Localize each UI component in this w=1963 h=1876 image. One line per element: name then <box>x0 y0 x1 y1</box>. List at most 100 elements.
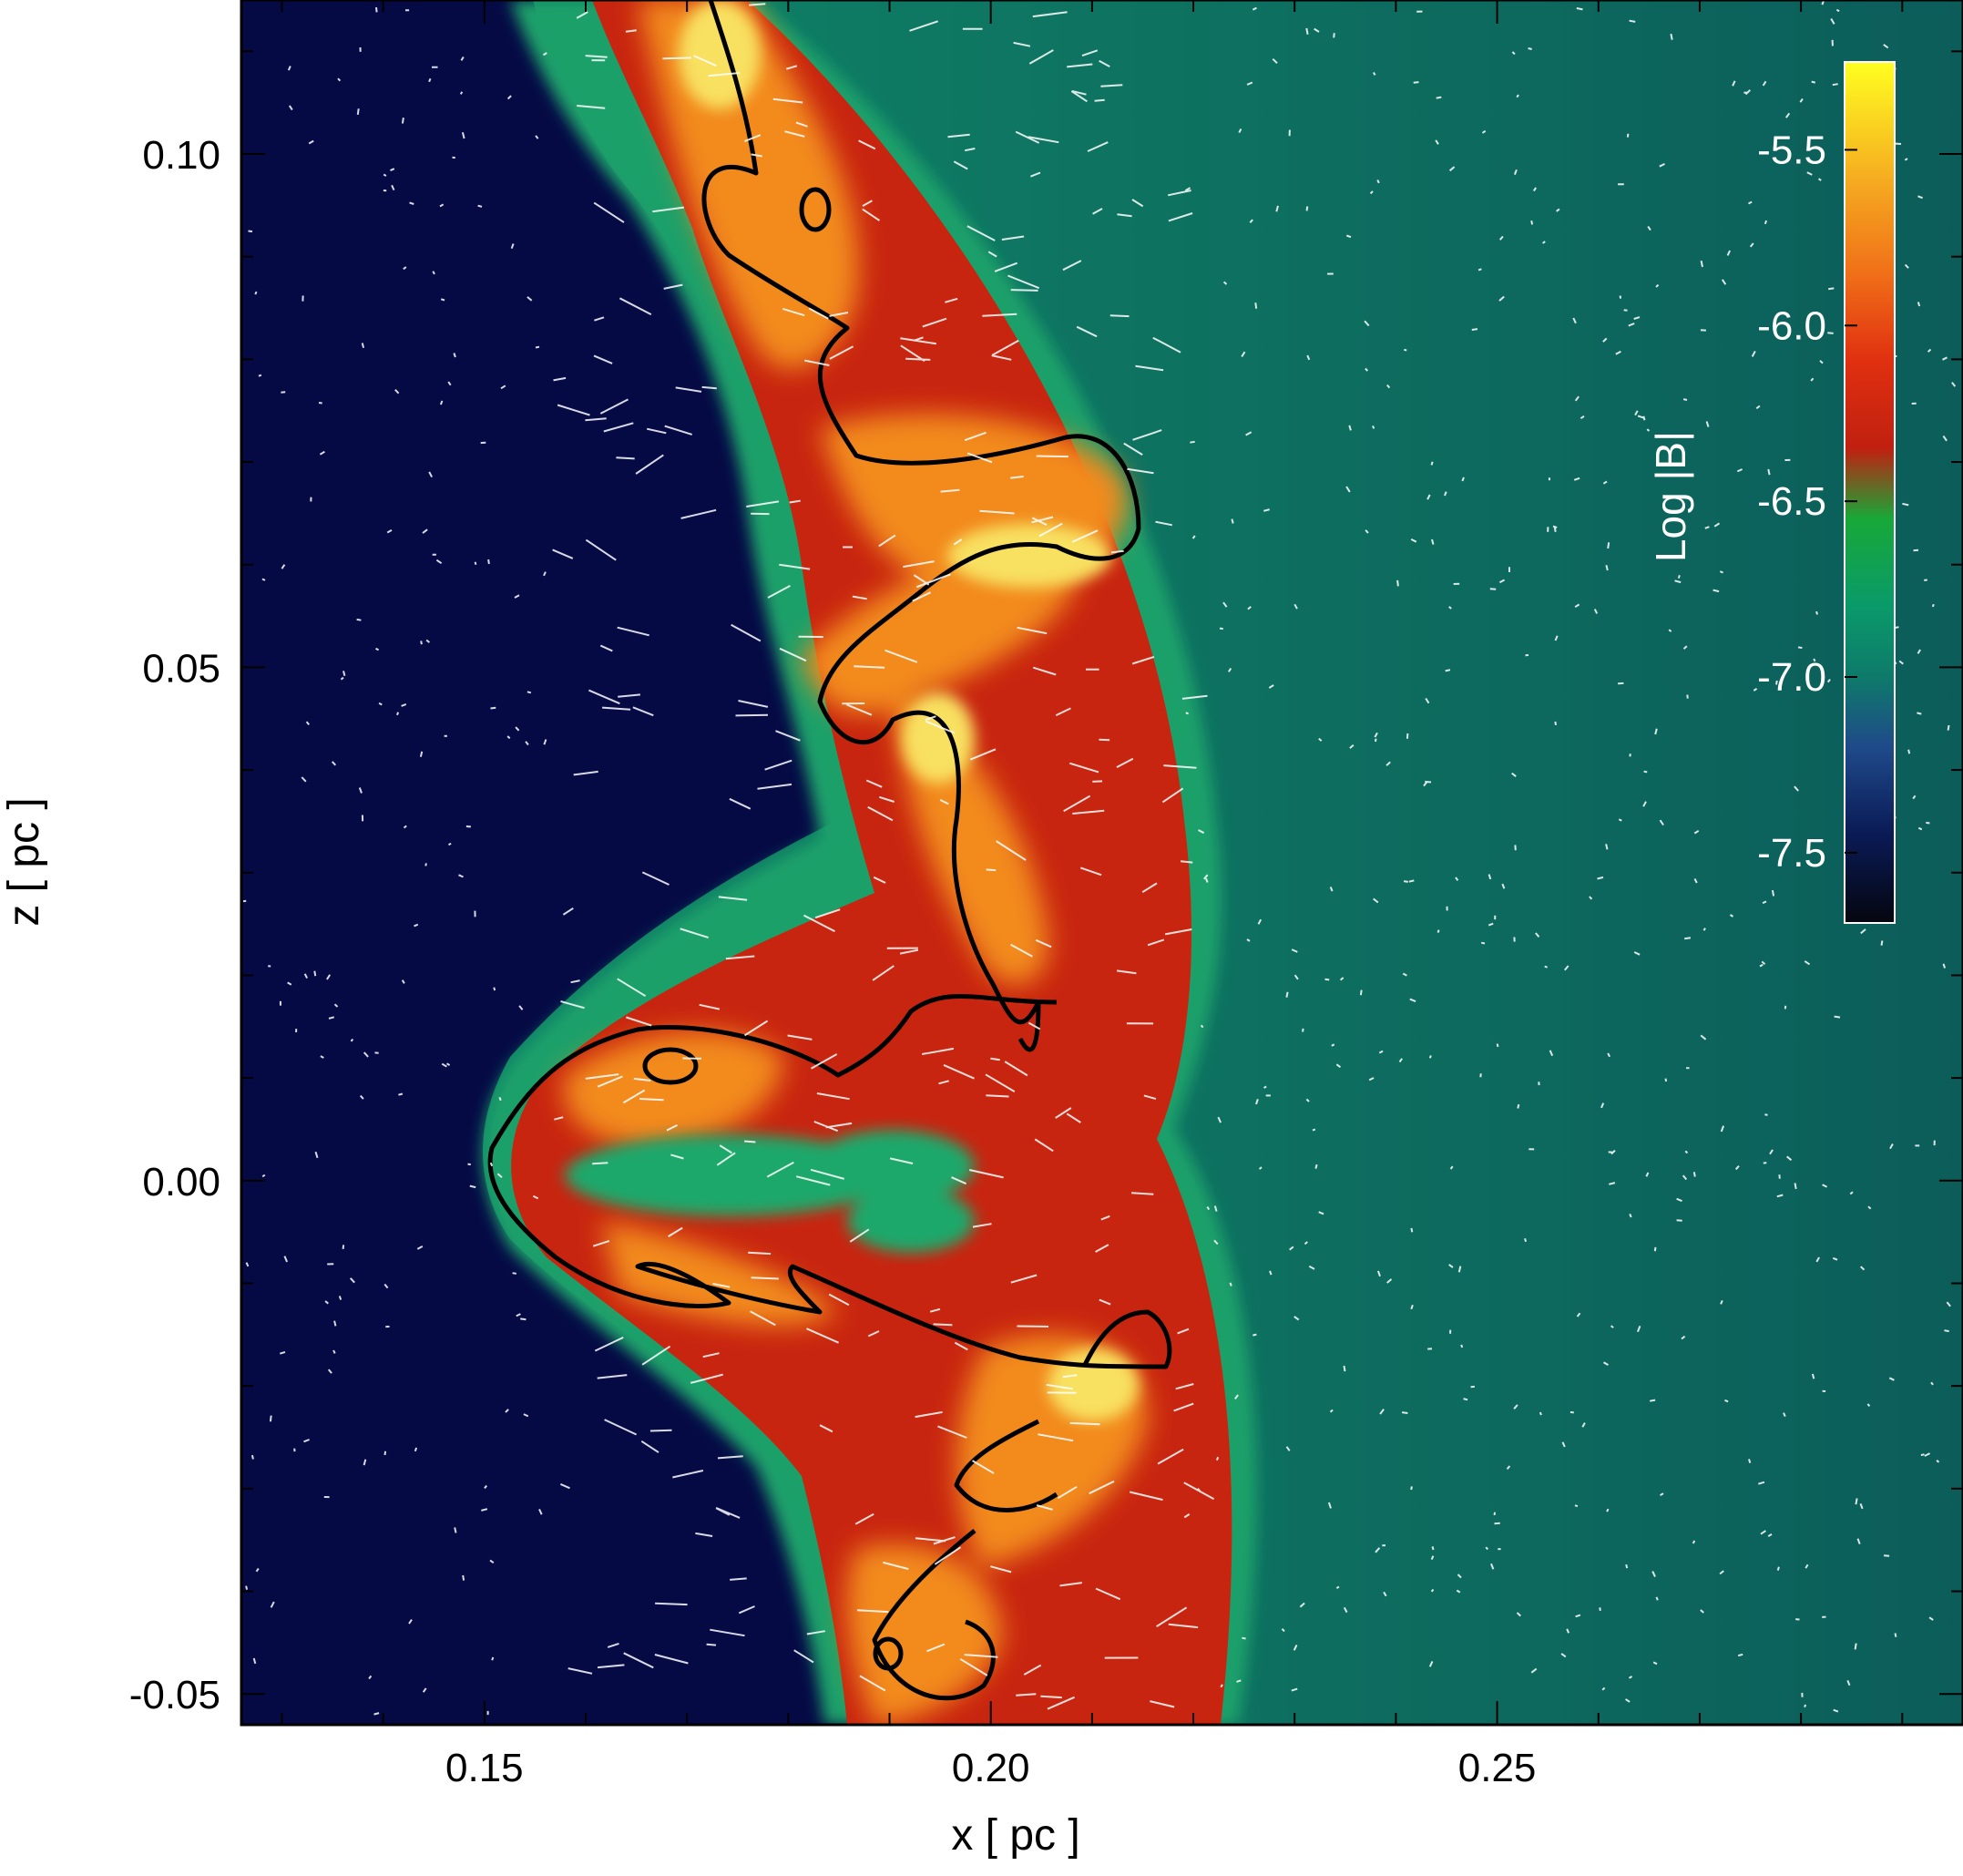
field-vector <box>1815 610 1819 615</box>
x-tick-label: 0.20 <box>952 1746 1030 1790</box>
field-vector <box>905 357 931 361</box>
field-vector <box>1285 991 1289 998</box>
field-vector <box>1719 570 1723 574</box>
field-vector <box>1242 1636 1246 1640</box>
field-vector <box>1539 1411 1542 1416</box>
field-vector <box>1524 1238 1527 1243</box>
x-tick-label: 0.25 <box>1458 1746 1537 1790</box>
field-vector <box>1606 1508 1610 1512</box>
field-vector <box>1094 98 1105 102</box>
field-vector <box>662 56 691 60</box>
field-vector <box>1404 348 1407 352</box>
field-vector <box>749 3 766 6</box>
field-vector <box>1436 96 1442 99</box>
field-vector <box>1884 1554 1890 1557</box>
field-vector <box>1748 1459 1752 1463</box>
field-vector <box>375 647 380 651</box>
field-vector <box>1646 428 1651 432</box>
field-vector <box>333 1320 337 1327</box>
field-vector <box>1947 724 1950 731</box>
field-vector <box>744 1140 756 1143</box>
field-vector <box>459 91 464 95</box>
colorbar-tick-label: -6.5 <box>1757 479 1826 524</box>
field-vector <box>701 385 717 390</box>
y-axis-title: z [ pc ] <box>0 797 48 926</box>
field-vector <box>1471 328 1478 331</box>
field-vector <box>1944 1329 1949 1333</box>
field-vector <box>1917 302 1921 307</box>
field-vector <box>1784 1005 1787 1010</box>
field-vector <box>1794 1183 1797 1190</box>
field-vector <box>1618 818 1622 822</box>
field-vector <box>1181 860 1193 864</box>
field-vector <box>1931 603 1935 608</box>
field-vector <box>1431 1546 1435 1551</box>
field-vector <box>1480 941 1486 945</box>
field-vector <box>1375 738 1377 743</box>
field-vector <box>453 353 456 358</box>
field-vector <box>1410 1227 1414 1233</box>
field-vector <box>1835 8 1840 13</box>
field-vector <box>1036 455 1068 458</box>
field-vector <box>1376 179 1380 184</box>
field-vector <box>1629 19 1636 23</box>
field-vector <box>1626 133 1630 138</box>
field-vector <box>1445 669 1451 672</box>
field-vector <box>1926 821 1930 825</box>
field-vector <box>1625 1563 1629 1569</box>
field-vector <box>313 970 317 977</box>
field-vector <box>748 1251 772 1256</box>
field-vector <box>254 291 258 295</box>
field-vector <box>462 1574 465 1581</box>
field-vector <box>1373 72 1376 76</box>
field-vector <box>1544 965 1549 969</box>
field-vector <box>1797 646 1803 650</box>
y-tick-label: 0.10 <box>142 133 220 178</box>
field-vector <box>1254 302 1258 309</box>
field-vector <box>1677 574 1681 579</box>
field-vector <box>1554 721 1557 726</box>
heatmap-image <box>241 0 1963 1725</box>
field-vector <box>1017 1325 1049 1328</box>
field-vector <box>1185 712 1189 715</box>
field-vector <box>735 713 769 717</box>
field-vector <box>1763 1162 1767 1164</box>
field-vector <box>1479 1073 1482 1078</box>
field-vector <box>1702 928 1706 931</box>
field-vector <box>1401 1411 1408 1414</box>
field-vector <box>467 1163 471 1166</box>
field-vector <box>245 1585 249 1590</box>
field-vector <box>1516 94 1519 98</box>
field-vector <box>338 1296 343 1300</box>
field-vector <box>447 842 452 846</box>
field-vector <box>1811 1373 1815 1379</box>
field-vector <box>250 1454 254 1460</box>
field-vector <box>1907 749 1911 754</box>
field-vector <box>1331 1043 1335 1047</box>
field-vector <box>1413 81 1419 84</box>
field-vector <box>1724 1399 1729 1403</box>
field-vector <box>1686 694 1689 699</box>
field-vector <box>1764 1113 1768 1116</box>
magnetic-field-map: 0.15 0.20 0.25 0.100.050.00-0.05 x [ pc ] … <box>0 0 1963 1860</box>
field-vector <box>1396 579 1399 587</box>
colorbar-title: Log |B| <box>1647 431 1694 562</box>
field-vector <box>1460 1344 1464 1348</box>
field-vector <box>493 987 496 991</box>
field-vector <box>1428 1055 1432 1059</box>
field-vector <box>1343 1365 1346 1372</box>
field-vector <box>1607 542 1610 549</box>
field-vector <box>1263 1085 1267 1089</box>
field-vector <box>1252 1333 1257 1337</box>
field-vector <box>1099 738 1110 742</box>
field-vector <box>1605 565 1609 571</box>
field-vector <box>1655 1596 1659 1601</box>
colorbar-tick-label: -7.0 <box>1757 655 1826 700</box>
field-vector <box>592 1162 608 1165</box>
field-vector <box>1880 940 1884 946</box>
field-vector <box>1069 1421 1100 1426</box>
field-vector <box>751 1276 779 1280</box>
field-vector <box>491 1656 495 1661</box>
field-vector <box>1692 1540 1696 1544</box>
field-vector <box>1408 879 1415 883</box>
